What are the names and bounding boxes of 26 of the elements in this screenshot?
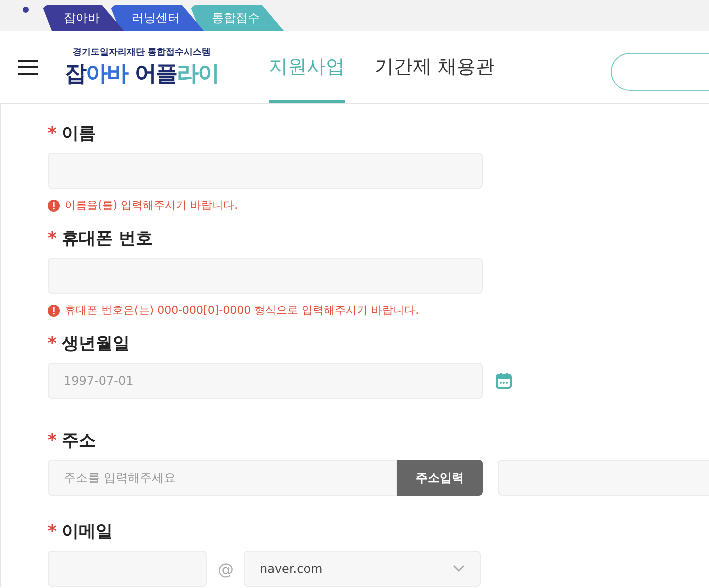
menu-icon[interactable]	[18, 60, 38, 74]
field-label: 주소	[62, 430, 96, 452]
field-label: 이메일	[62, 521, 113, 543]
calendar-icon[interactable]	[495, 372, 513, 390]
error-message: 이름을(를) 입력해주시기 바랍니다.	[65, 198, 238, 213]
required-mark: *	[48, 124, 57, 144]
error-message: 휴대폰 번호은(는) 000-000[0]-0000 형식으로 입력해주시기 바랍니다.	[65, 303, 420, 318]
error-icon	[48, 200, 60, 212]
required-mark: *	[48, 522, 57, 542]
field-label: 이름	[62, 123, 96, 145]
address-search-button[interactable]: 주소입력	[397, 460, 483, 496]
logo-caption: 경기도일자리재단 통합접수시스템	[72, 46, 212, 58]
email-domain-select[interactable]: naver.com	[244, 551, 481, 587]
field-label: 휴대폰 번호	[62, 228, 153, 250]
at-sign: @	[218, 560, 234, 578]
nav-tab[interactable]: 기간제 채용관	[375, 31, 496, 103]
error-icon	[48, 304, 60, 316]
required-mark: *	[48, 228, 57, 248]
search-field[interactable]	[611, 53, 709, 91]
site-tab[interactable]: 잡아바	[42, 5, 124, 31]
logo[interactable]: 잡아바 어플라이	[65, 58, 219, 88]
required-mark: *	[48, 430, 57, 450]
required-mark: *	[48, 334, 57, 354]
chevron-down-icon	[453, 565, 465, 573]
field-label: 생년월일	[62, 333, 130, 355]
dot-icon	[23, 7, 29, 13]
